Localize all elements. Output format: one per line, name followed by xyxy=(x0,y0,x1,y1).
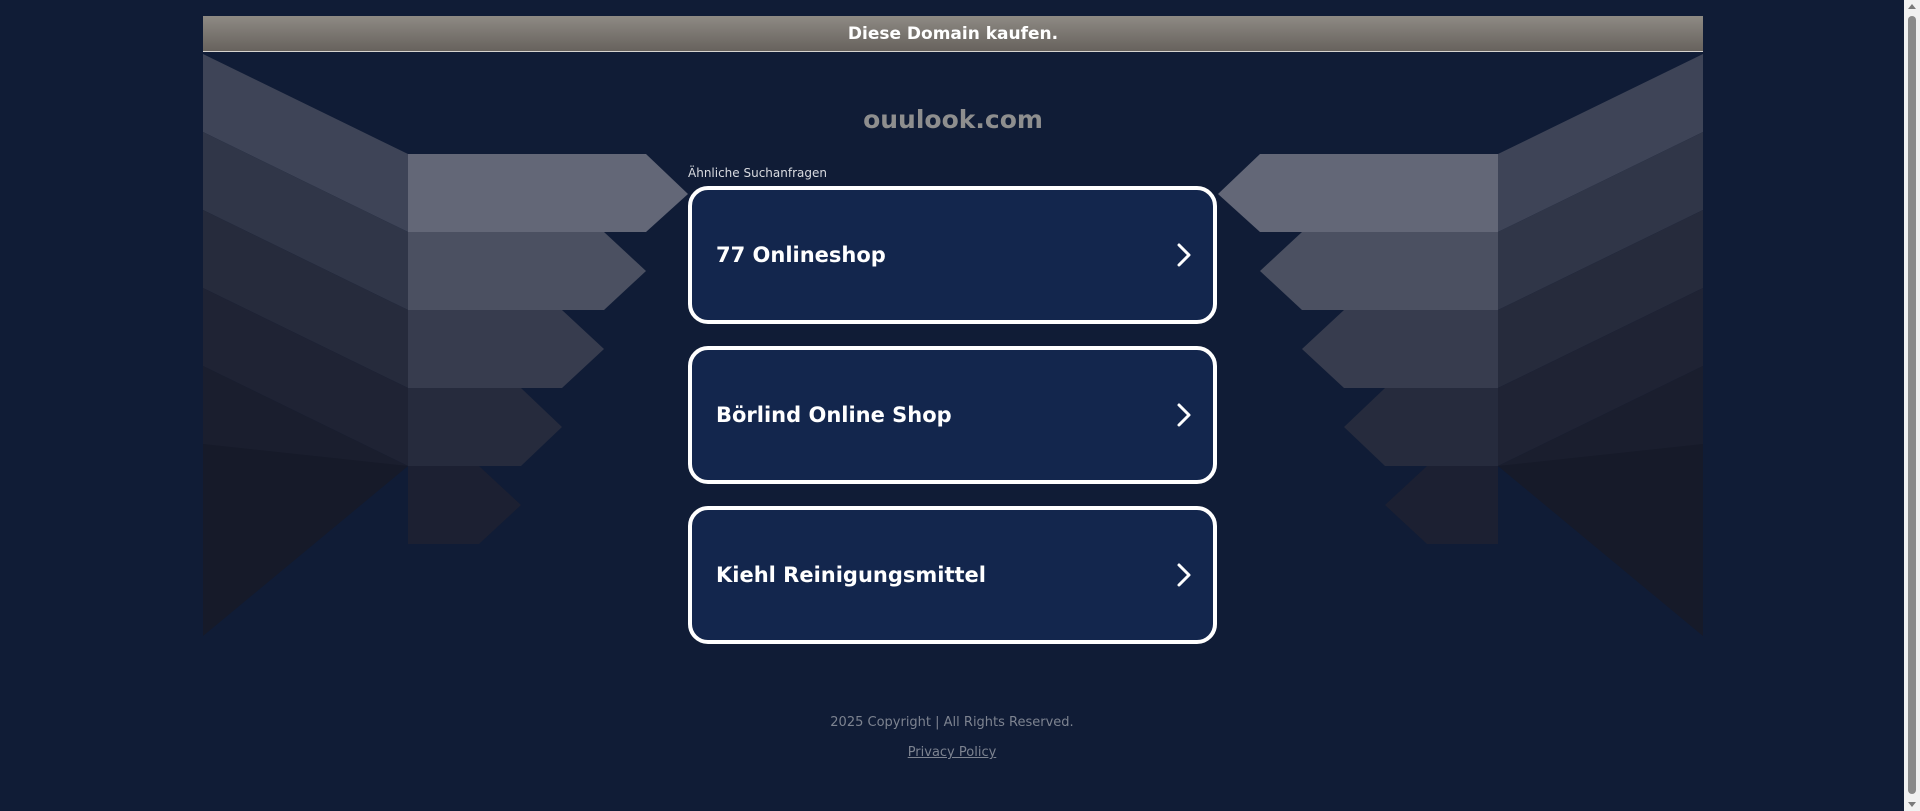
related-search-link-1[interactable]: 77 Onlineshop xyxy=(688,186,1217,324)
related-searches-label: Ähnliche Suchanfragen xyxy=(688,166,827,180)
page: Diese Domain kaufen. ouulook.com Ähnlich… xyxy=(0,0,1920,811)
vertical-scrollbar[interactable] xyxy=(1904,0,1920,811)
related-search-label: Kiehl Reinigungsmittel xyxy=(716,563,986,587)
related-search-label: Börlind Online Shop xyxy=(716,403,952,427)
related-search-link-2[interactable]: Börlind Online Shop xyxy=(688,346,1217,484)
domain-name: ouulook.com xyxy=(863,105,1043,134)
chevron-right-icon xyxy=(1177,403,1191,427)
scroll-down-arrow-icon[interactable] xyxy=(1908,802,1916,807)
parked-domain-container: Diese Domain kaufen. ouulook.com Ähnlich… xyxy=(203,16,1703,644)
copyright-text: 2025 Copyright | All Rights Reserved. xyxy=(830,715,1074,730)
privacy-policy-link[interactable]: Privacy Policy xyxy=(0,745,1904,760)
scrollbar-thumb[interactable] xyxy=(1908,16,1916,794)
buy-domain-label: Diese Domain kaufen. xyxy=(847,23,1059,44)
related-search-label: 77 Onlineshop xyxy=(716,243,886,267)
related-search-link-3[interactable]: Kiehl Reinigungsmittel xyxy=(688,506,1217,644)
scroll-up-arrow-icon[interactable] xyxy=(1908,4,1916,9)
buy-domain-button[interactable]: Diese Domain kaufen. xyxy=(203,16,1703,52)
chevron-right-icon xyxy=(1177,243,1191,267)
chevron-right-icon xyxy=(1177,563,1191,587)
